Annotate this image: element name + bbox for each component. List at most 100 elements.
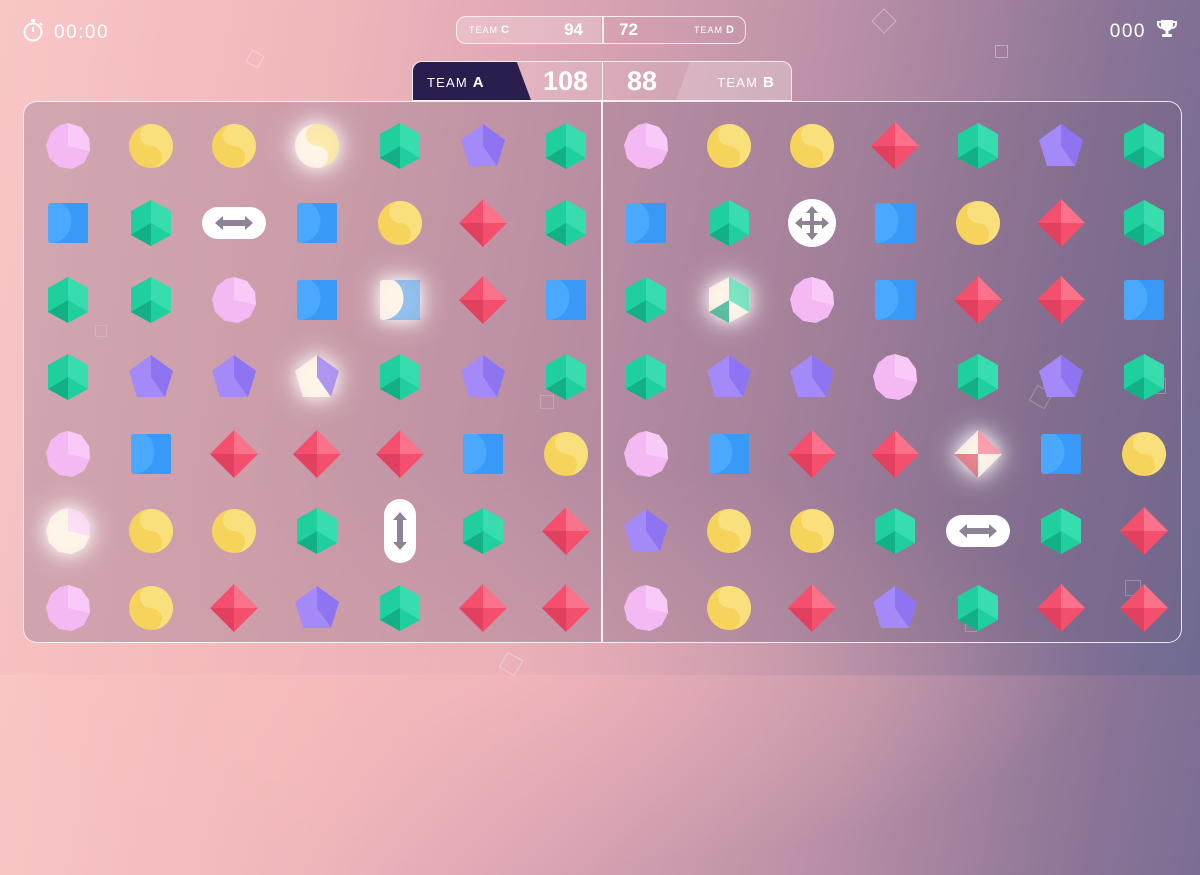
green-gem[interactable] (528, 185, 604, 261)
red-gem[interactable] (196, 570, 272, 646)
green-gem[interactable] (279, 493, 355, 569)
purple-gem[interactable] (1023, 108, 1099, 184)
green-gem[interactable] (30, 339, 106, 415)
pink-gem[interactable] (196, 262, 272, 338)
red-gem[interactable] (1023, 185, 1099, 261)
blue-gem[interactable] (113, 416, 189, 492)
yellow-gem[interactable] (691, 493, 767, 569)
blue-gem[interactable] (279, 185, 355, 261)
yellow-gem[interactable] (113, 108, 189, 184)
purple-gem[interactable] (279, 570, 355, 646)
yellow-gem[interactable] (113, 493, 189, 569)
purple-gem[interactable] (445, 108, 521, 184)
red-gem[interactable] (1023, 570, 1099, 646)
horizontal-swap-powerup[interactable] (940, 493, 1016, 569)
yellow-gem[interactable] (940, 185, 1016, 261)
red-gem[interactable] (1106, 493, 1182, 569)
green-gem[interactable] (608, 339, 684, 415)
red-gem[interactable] (279, 416, 355, 492)
purple-gem[interactable] (857, 570, 933, 646)
green-gem[interactable] (528, 339, 604, 415)
red-gem[interactable] (445, 185, 521, 261)
green-gem[interactable] (691, 185, 767, 261)
blue-gem[interactable] (1106, 262, 1182, 338)
glowing-red-gem[interactable] (940, 416, 1016, 492)
blue-gem[interactable] (528, 262, 604, 338)
blue-gem[interactable] (279, 262, 355, 338)
horizontal-swap-powerup[interactable] (196, 185, 272, 261)
pink-gem[interactable] (774, 262, 850, 338)
green-gem[interactable] (362, 339, 438, 415)
red-gem[interactable] (857, 416, 933, 492)
glowing-pink-gem[interactable] (30, 493, 106, 569)
red-gem[interactable] (857, 108, 933, 184)
yellow-gem[interactable] (691, 570, 767, 646)
vertical-swap-powerup[interactable] (362, 493, 438, 569)
pink-gem[interactable] (608, 416, 684, 492)
team-c-panel: TEAM C 94 (457, 17, 601, 43)
red-gem[interactable] (528, 570, 604, 646)
red-gem[interactable] (1023, 262, 1099, 338)
green-gem[interactable] (362, 108, 438, 184)
yellow-gem[interactable] (362, 185, 438, 261)
pink-gem[interactable] (608, 570, 684, 646)
yellow-gem[interactable] (528, 416, 604, 492)
blue-gem[interactable] (691, 416, 767, 492)
red-gem[interactable] (1106, 570, 1182, 646)
team-a-score: 108 (542, 66, 588, 96)
purple-gem[interactable] (1023, 339, 1099, 415)
red-gem[interactable] (528, 493, 604, 569)
blue-gem[interactable] (857, 185, 933, 261)
red-gem[interactable] (445, 570, 521, 646)
pink-gem[interactable] (857, 339, 933, 415)
green-gem[interactable] (940, 570, 1016, 646)
pink-gem[interactable] (30, 416, 106, 492)
purple-gem[interactable] (608, 493, 684, 569)
move-cross-powerup[interactable] (774, 185, 850, 261)
green-gem[interactable] (940, 339, 1016, 415)
blue-gem[interactable] (1023, 416, 1099, 492)
blue-gem[interactable] (445, 416, 521, 492)
purple-gem[interactable] (774, 339, 850, 415)
red-gem[interactable] (445, 262, 521, 338)
yellow-gem[interactable] (691, 108, 767, 184)
green-gem[interactable] (113, 262, 189, 338)
green-gem[interactable] (1023, 493, 1099, 569)
pink-gem[interactable] (608, 108, 684, 184)
glowing-green-gem[interactable] (691, 262, 767, 338)
blue-gem[interactable] (30, 185, 106, 261)
yellow-gem[interactable] (113, 570, 189, 646)
yellow-gem[interactable] (196, 493, 272, 569)
blue-gem[interactable] (857, 262, 933, 338)
pink-gem[interactable] (30, 570, 106, 646)
purple-gem[interactable] (691, 339, 767, 415)
purple-gem[interactable] (113, 339, 189, 415)
yellow-gem[interactable] (774, 493, 850, 569)
glowing-purple-gem[interactable] (279, 339, 355, 415)
red-gem[interactable] (774, 416, 850, 492)
glowing-yellow-gem[interactable] (279, 108, 355, 184)
green-gem[interactable] (1106, 185, 1182, 261)
red-gem[interactable] (774, 570, 850, 646)
red-gem[interactable] (940, 262, 1016, 338)
green-gem[interactable] (857, 493, 933, 569)
yellow-gem[interactable] (196, 108, 272, 184)
green-gem[interactable] (528, 108, 604, 184)
green-gem[interactable] (1106, 108, 1182, 184)
yellow-gem[interactable] (774, 108, 850, 184)
green-gem[interactable] (30, 262, 106, 338)
green-gem[interactable] (362, 570, 438, 646)
green-gem[interactable] (1106, 339, 1182, 415)
pink-gem[interactable] (30, 108, 106, 184)
green-gem[interactable] (940, 108, 1016, 184)
red-gem[interactable] (362, 416, 438, 492)
green-gem[interactable] (445, 493, 521, 569)
purple-gem[interactable] (196, 339, 272, 415)
green-gem[interactable] (113, 185, 189, 261)
green-gem[interactable] (608, 262, 684, 338)
yellow-gem[interactable] (1106, 416, 1182, 492)
blue-gem[interactable] (608, 185, 684, 261)
red-gem[interactable] (196, 416, 272, 492)
purple-gem[interactable] (445, 339, 521, 415)
glowing-blue-gem[interactable] (362, 262, 438, 338)
